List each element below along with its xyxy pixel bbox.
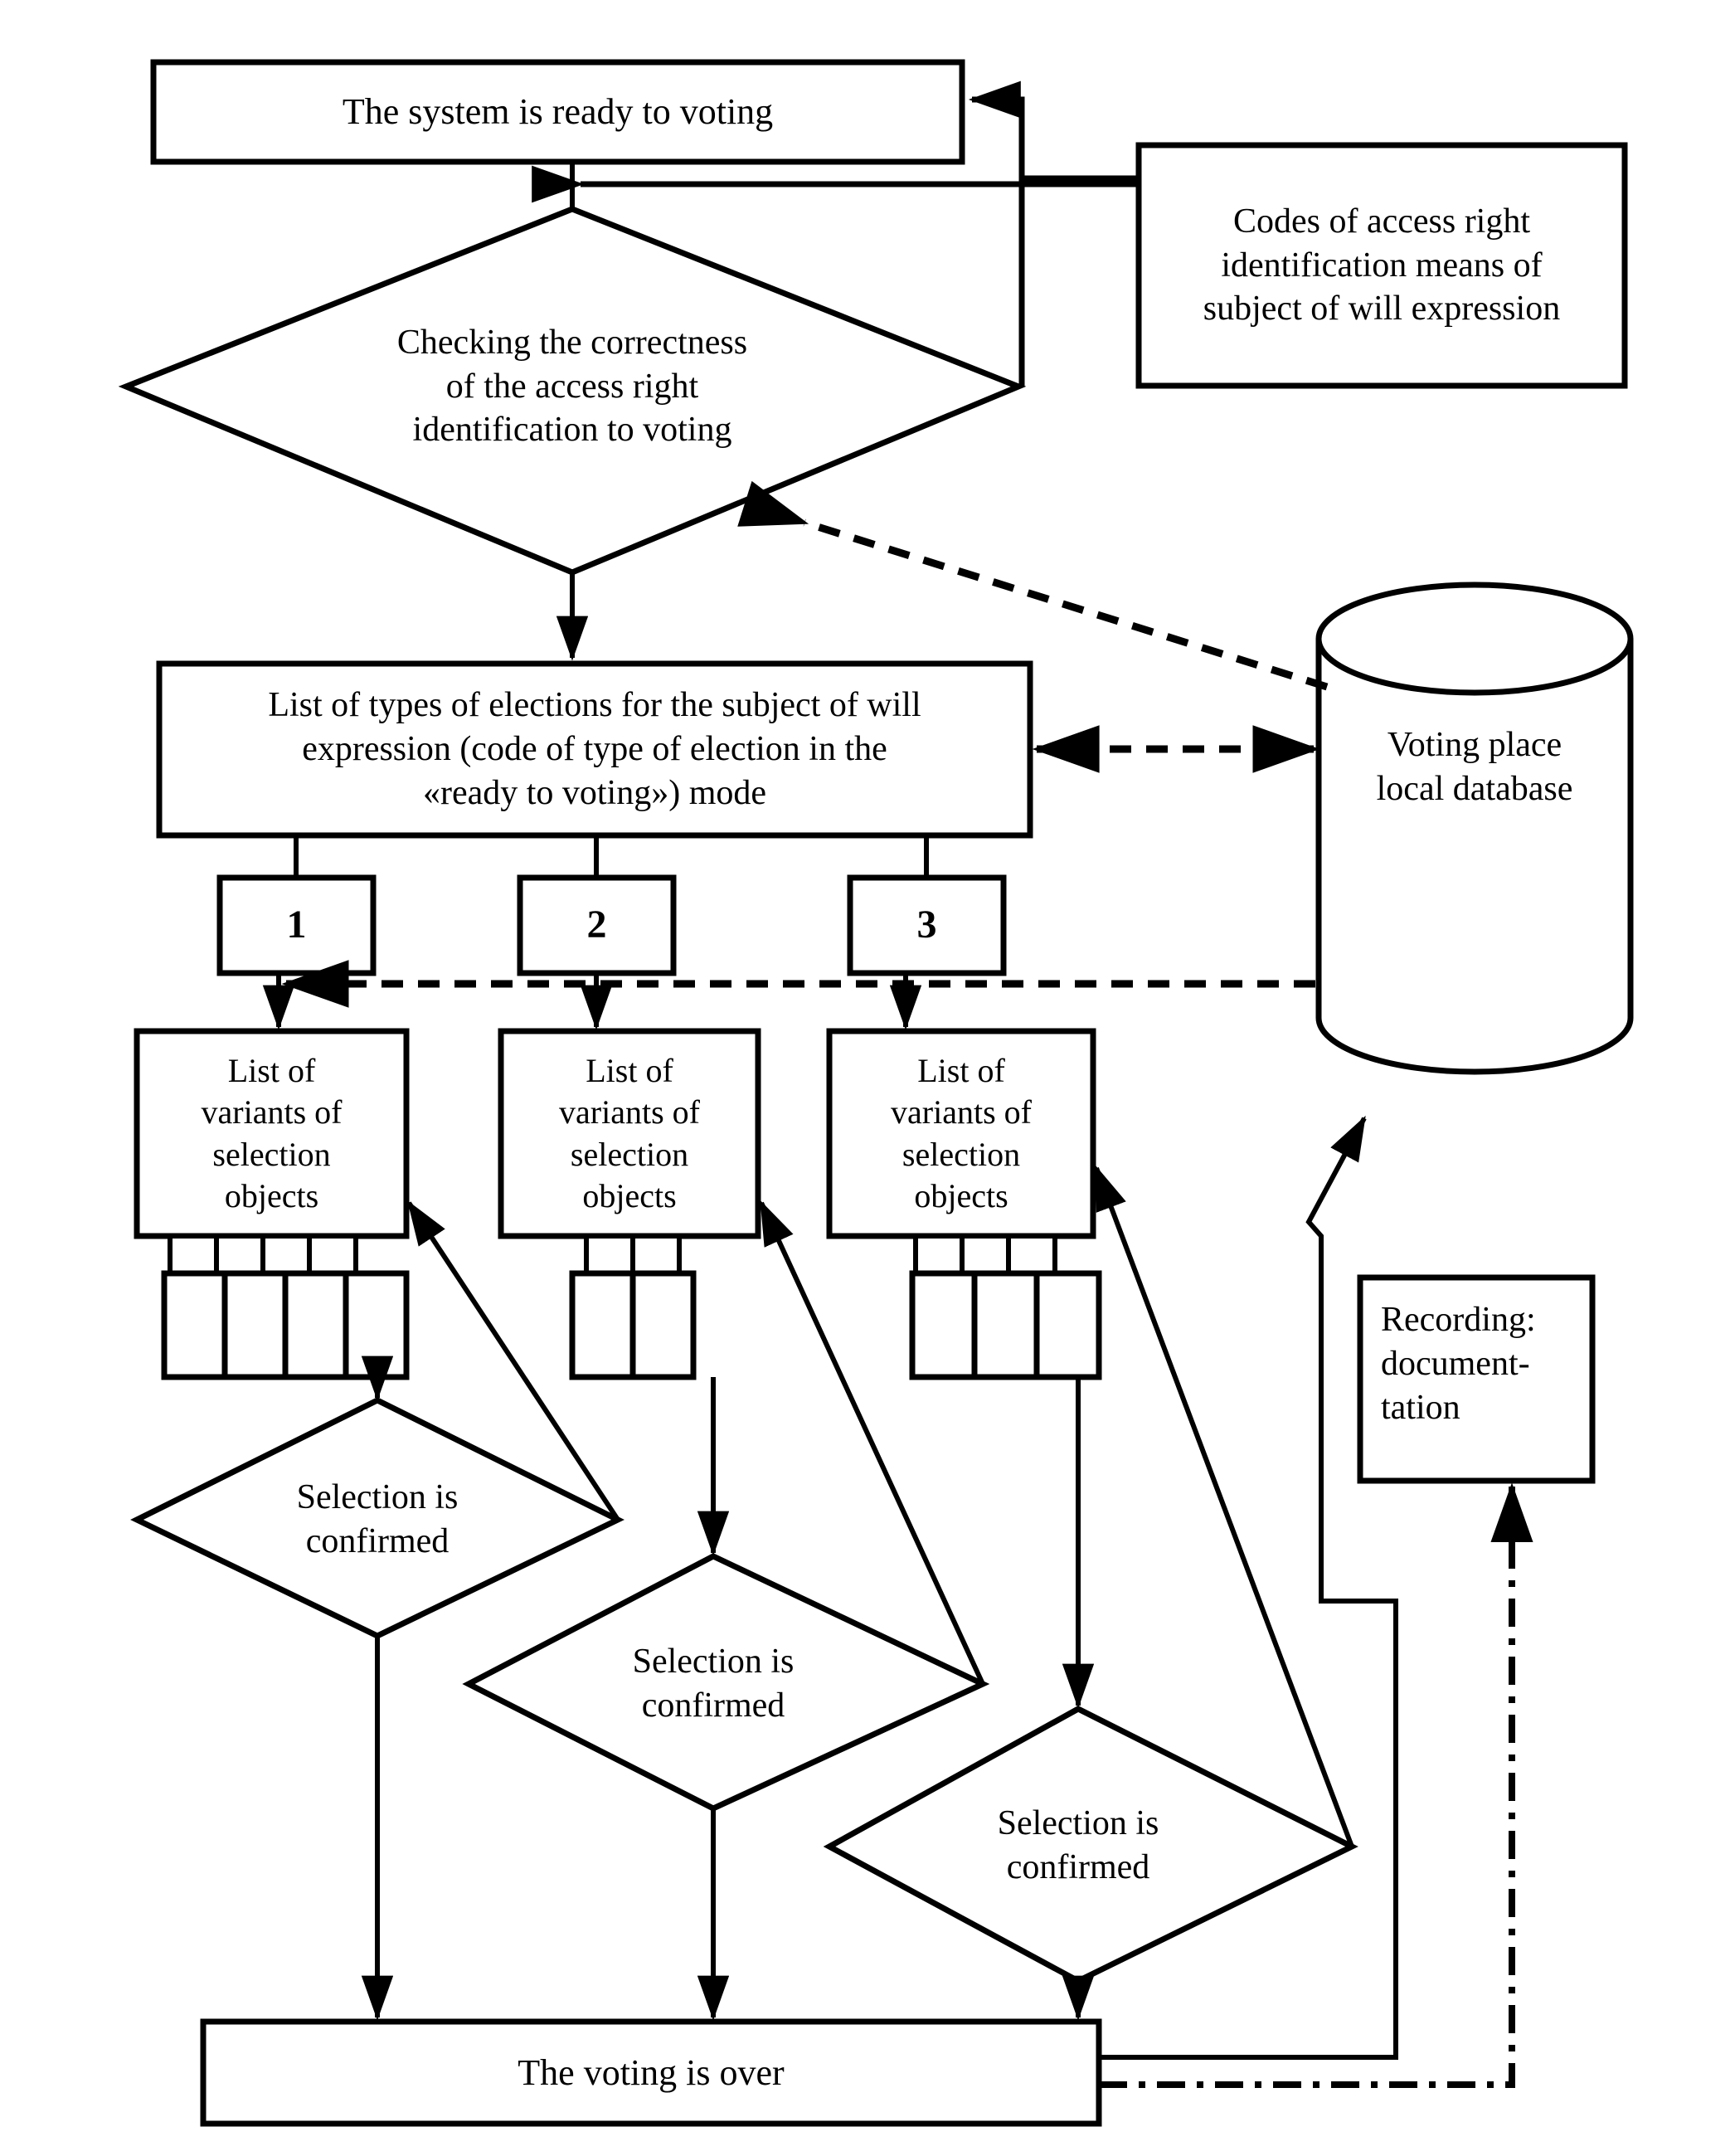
cell-3-2 <box>971 1270 1040 1380</box>
shape-num-box-3 <box>847 874 1007 976</box>
cell-stub-1-4 <box>307 1234 358 1276</box>
shape-variant-box-1 <box>134 1028 410 1239</box>
edge-accesscodes-to-systemready <box>968 80 1139 182</box>
shape-selection-diamond-2 <box>462 1553 990 1812</box>
shape-num-box-1 <box>216 874 377 976</box>
shape-variant-box-3 <box>826 1028 1096 1239</box>
cell-stub-3-2 <box>960 1234 1011 1276</box>
cell-stub-1-1 <box>168 1234 219 1276</box>
cell-1-1 <box>161 1270 228 1380</box>
shape-election-types <box>156 660 1033 839</box>
cell-3-3 <box>1033 1270 1102 1380</box>
shape-database-body <box>1315 639 1634 1075</box>
cell-2-2 <box>629 1270 697 1380</box>
cell-3-1 <box>909 1270 978 1380</box>
cell-stub-1-2 <box>214 1234 265 1276</box>
cell-2-1 <box>569 1270 636 1380</box>
cell-1-2 <box>221 1270 289 1380</box>
cell-stub-1-3 <box>260 1234 312 1276</box>
shape-num-box-2 <box>517 874 677 976</box>
shape-check-access <box>118 206 1027 576</box>
shape-selection-diamond-1 <box>130 1397 625 1639</box>
cell-stub-2-2 <box>630 1234 682 1276</box>
cell-stub-2-1 <box>584 1234 635 1276</box>
shape-access-codes <box>1135 142 1628 389</box>
shape-selection-diamond-3 <box>823 1706 1358 1984</box>
shape-voting-over <box>200 2018 1102 2127</box>
shape-system-ready <box>150 59 965 165</box>
cell-stub-3-1 <box>913 1234 965 1276</box>
flowchart-connectors <box>118 59 1634 2127</box>
flowchart-canvas: The system is ready to voting Codes of a… <box>0 0 1735 2156</box>
shape-variant-box-2 <box>498 1028 761 1239</box>
cell-1-4 <box>343 1270 410 1380</box>
cell-stub-3-3 <box>1006 1234 1057 1276</box>
cell-1-3 <box>282 1270 349 1380</box>
shape-recording <box>1357 1274 1596 1484</box>
